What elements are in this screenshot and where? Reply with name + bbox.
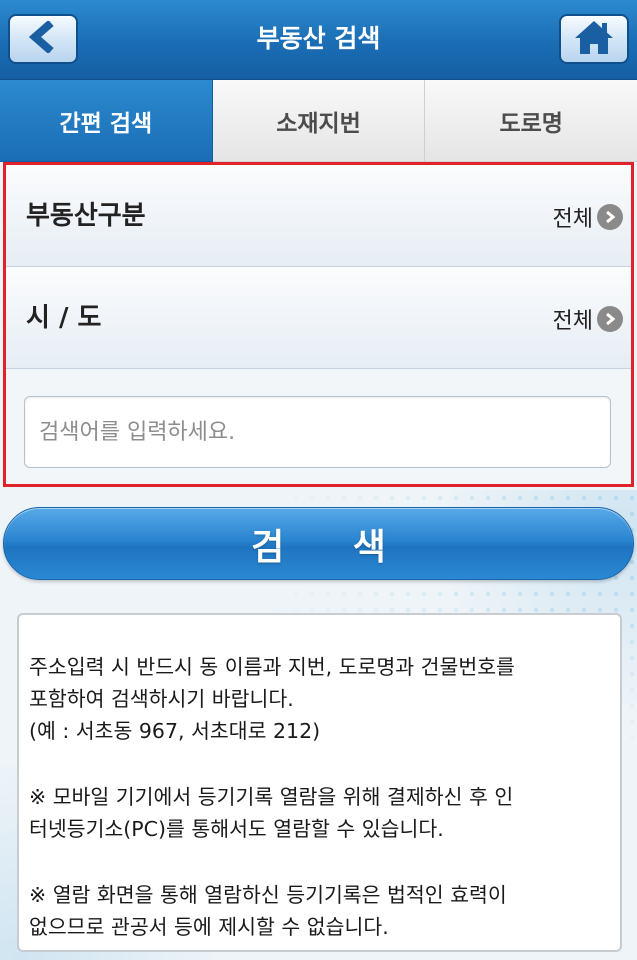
tab-simple-search[interactable]: 간편 검색 bbox=[0, 80, 213, 162]
home-icon bbox=[573, 18, 615, 60]
app-header: 부동산 검색 bbox=[0, 0, 637, 80]
tab-road-name[interactable]: 도로명 bbox=[425, 80, 637, 162]
notice-line: 주소입력 시 반드시 동 이름과 지번, 도로명과 건물번호를 bbox=[29, 655, 515, 679]
tab-lot-number[interactable]: 소재지번 bbox=[212, 80, 426, 162]
home-button[interactable] bbox=[559, 14, 629, 64]
property-type-row[interactable]: 부동산구분 전체 bbox=[6, 165, 631, 267]
search-form-panel: 부동산구분 전체 시 / 도 전체 bbox=[3, 162, 634, 487]
notice-line: 포함하여 검색하시기 바랍니다. bbox=[29, 687, 294, 711]
region-select[interactable]: 전체 bbox=[553, 303, 623, 335]
notice-box: 주소입력 시 반드시 동 이름과 지번, 도로명과 건물번호를 포함하여 검색하… bbox=[17, 613, 622, 952]
notice-line: ※ 모바일 기기에서 등기기록 열람을 위해 결제하신 후 인 bbox=[29, 785, 514, 809]
page-title: 부동산 검색 bbox=[256, 24, 381, 53]
notice-line: ※ 열람 화면을 통해 열람하신 등기기록은 법적인 효력이 bbox=[29, 883, 507, 907]
search-tabs: 간편 검색 소재지번 도로명 bbox=[0, 80, 637, 162]
property-type-label: 부동산구분 bbox=[26, 201, 146, 231]
chevron-right-icon bbox=[597, 204, 623, 230]
property-type-select[interactable]: 전체 bbox=[553, 201, 623, 233]
region-row[interactable]: 시 / 도 전체 bbox=[6, 267, 631, 369]
search-input-area bbox=[6, 369, 631, 484]
chevron-right-icon bbox=[597, 306, 623, 332]
region-value: 전체 bbox=[552, 309, 593, 334]
notice-line: 없으므로 관공서 등에 제시할 수 없습니다. bbox=[29, 915, 389, 939]
notice-line: 터넷등기소(PC)를 통해서도 열람할 수 있습니다. bbox=[29, 817, 444, 841]
search-button[interactable]: 검 색 bbox=[3, 507, 634, 580]
search-input[interactable] bbox=[24, 396, 611, 468]
property-type-value: 전체 bbox=[552, 207, 593, 232]
region-label: 시 / 도 bbox=[26, 303, 102, 333]
notice-line: (예 : 서초동 967, 서초대로 212) bbox=[29, 719, 321, 743]
